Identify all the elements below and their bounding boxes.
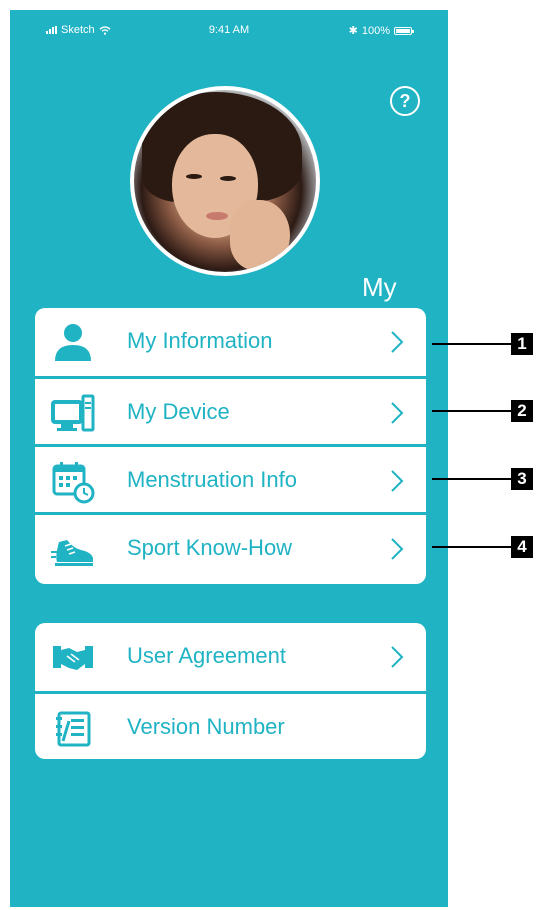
menu-item-sport-know-how[interactable]: Sport Know-How xyxy=(35,512,426,580)
menu-item-label: Version Number xyxy=(127,714,285,739)
page-title: My xyxy=(362,272,397,302)
chevron-right-icon xyxy=(391,331,404,353)
menu-item-my-device[interactable]: My Device xyxy=(35,376,426,444)
battery-icon xyxy=(394,26,414,35)
chevron-right-icon xyxy=(391,646,404,668)
menu-item-label: My Information xyxy=(127,328,273,353)
avatar-lip xyxy=(206,212,228,220)
notebook-icon xyxy=(56,711,91,747)
menu-item-label: Sport Know-How xyxy=(127,535,293,560)
menu-item-label: User Agreement xyxy=(127,643,286,668)
avatar[interactable] xyxy=(130,86,320,276)
computer-icon xyxy=(51,394,95,432)
menu-card-secondary: User Agreement Version Number xyxy=(35,623,426,759)
user-icon xyxy=(55,324,91,361)
menu-item-label: My Device xyxy=(127,399,230,424)
avatar-eye xyxy=(186,174,202,179)
menu-item-version-number[interactable]: Version Number xyxy=(35,691,426,759)
help-icon[interactable]: ? xyxy=(390,86,420,116)
menu-item-user-agreement[interactable]: User Agreement xyxy=(35,623,426,691)
menu-item-my-information[interactable]: My Information xyxy=(35,308,426,376)
callout-badge: 3 xyxy=(511,468,533,490)
phone-screen: Sketch 9:41 AM ✱ 100% ? My My Informatio… xyxy=(10,10,448,907)
callout-line xyxy=(432,478,512,480)
avatar-hand xyxy=(230,200,290,270)
bluetooth-icon: ✱ xyxy=(348,25,358,37)
menu-item-menstruation-info[interactable]: Menstruation Info xyxy=(35,444,426,512)
calendar-clock-icon xyxy=(52,462,95,504)
status-right: ✱ 100% xyxy=(348,24,414,37)
callout-line xyxy=(432,410,512,412)
callout-badge: 4 xyxy=(511,536,533,558)
menu-card-main: My Information My Device Menstruation In… xyxy=(35,308,426,584)
battery-label: 100% xyxy=(361,24,390,37)
chevron-right-icon xyxy=(391,402,404,424)
callout-badge: 1 xyxy=(511,333,533,355)
chevron-right-icon xyxy=(391,470,404,492)
handshake-icon xyxy=(53,646,93,670)
status-bar: Sketch 9:41 AM ✱ 100% xyxy=(10,10,448,50)
callout-badge: 2 xyxy=(511,400,533,422)
avatar-eye xyxy=(220,176,236,181)
chevron-right-icon xyxy=(391,538,404,560)
sneaker-icon xyxy=(51,540,93,566)
menu-item-label: Menstruation Info xyxy=(127,467,297,492)
callout-line xyxy=(432,546,512,548)
callout-line xyxy=(432,343,512,345)
